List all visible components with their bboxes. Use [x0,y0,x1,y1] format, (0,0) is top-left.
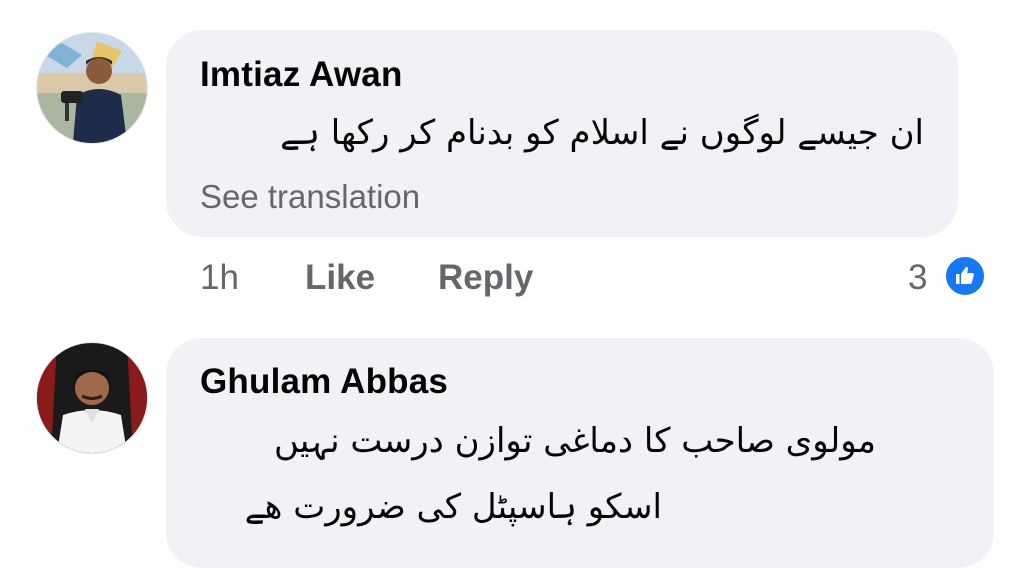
reply-button[interactable]: Reply [438,258,533,298]
comment-text-line-1: مولوی صاحب کا دماغی توازن درست نہیں [274,421,876,461]
avatar-image [37,343,147,453]
comment-author[interactable]: Ghulam Abbas [200,362,448,402]
comment-text-line-2: اسکو ہاسپٹل کی ضرورت ھے [244,487,662,527]
avatar[interactable] [36,32,148,144]
comment-author[interactable]: Imtiaz Awan [200,55,403,95]
comment-time[interactable]: 1h [200,258,239,298]
like-icon [943,254,987,298]
see-translation-link[interactable]: See translation [200,178,420,216]
reaction-count[interactable]: 3 [908,258,927,298]
avatar[interactable] [36,342,148,454]
avatar-image [37,33,147,143]
like-button[interactable]: Like [305,258,375,298]
comment-text: ان جیسے لوگوں نے اسلام کو بدنام کر رکھا … [280,113,924,153]
